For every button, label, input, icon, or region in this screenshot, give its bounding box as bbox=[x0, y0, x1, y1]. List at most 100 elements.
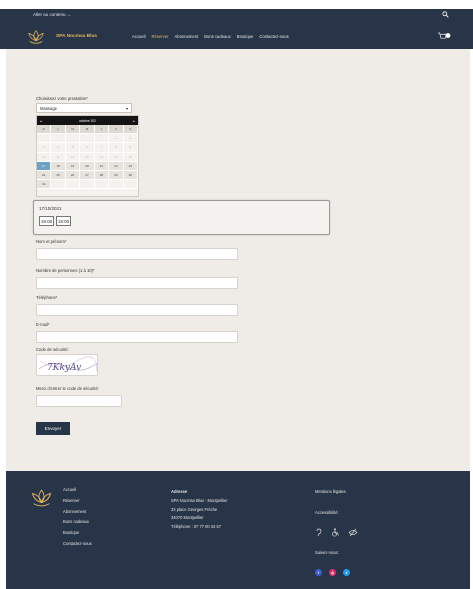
calendar-day: 4 bbox=[51, 143, 66, 153]
name-field[interactable] bbox=[36, 248, 238, 260]
nav-contact[interactable]: Contactez-nous bbox=[259, 34, 288, 39]
calendar-day bbox=[51, 180, 66, 190]
captcha-input[interactable] bbox=[36, 395, 122, 407]
captcha-label: Code de sécurité: bbox=[36, 347, 69, 352]
nav-bons-cadeaux[interactable]: Bons cadeaux bbox=[204, 34, 231, 39]
footer-link[interactable]: Réserver bbox=[63, 496, 92, 507]
cart-icon[interactable] bbox=[437, 31, 451, 41]
footer-link[interactable]: Boutique bbox=[63, 528, 92, 539]
calendar-day[interactable]: 18 bbox=[51, 161, 66, 171]
calendar-day[interactable]: 26 bbox=[65, 170, 81, 181]
nav-accueil[interactable]: Accueil bbox=[132, 34, 146, 39]
weekday: L bbox=[51, 125, 66, 135]
weekday: M bbox=[80, 125, 95, 135]
footer-link[interactable]: Contactez-nous bbox=[63, 539, 92, 550]
calendar-day: 16 bbox=[123, 152, 138, 162]
calendar-day: 6 bbox=[80, 143, 95, 153]
lotus-logo-icon bbox=[31, 489, 52, 507]
footer-link[interactable]: Accueil bbox=[63, 485, 92, 496]
email-label: E-mail* bbox=[36, 322, 50, 327]
calendar-day: 14 bbox=[94, 152, 110, 162]
twitter-icon[interactable]: t bbox=[343, 569, 350, 576]
calendar-day[interactable]: 29 bbox=[109, 170, 124, 181]
phone-field[interactable] bbox=[36, 304, 238, 316]
calendar-day: 2 bbox=[123, 134, 138, 144]
calendar-day[interactable]: 17 bbox=[37, 161, 52, 171]
accessibility-label: Accessibilité: bbox=[315, 510, 339, 515]
nav-reserver[interactable]: Réserver bbox=[152, 34, 169, 39]
eye-slash-icon[interactable] bbox=[348, 528, 358, 537]
calendar-month: octobre 202 bbox=[79, 118, 96, 123]
calendar-day: 5 bbox=[65, 143, 81, 153]
calendar-day: 13 bbox=[80, 152, 95, 162]
calendar-week: 31 bbox=[37, 180, 138, 190]
captcha-noise: 7KkyAv bbox=[38, 356, 98, 373]
persons-label: Nombre de personnes (1 à 10)* bbox=[36, 268, 95, 273]
email-field[interactable] bbox=[36, 331, 238, 343]
calendar-day: 15 bbox=[109, 152, 124, 162]
nav-abonnement[interactable]: Abonnement bbox=[175, 34, 199, 39]
calendar-day[interactable]: 28 bbox=[94, 170, 110, 181]
calendar-day[interactable]: 27 bbox=[80, 170, 95, 181]
calendar-grid: 1 2 3 4 5 6 7 8 9 10 11 12 13 14 15 16 17 18 19 20 21 22 23 24 2… bbox=[37, 134, 138, 190]
lotus-logo-icon[interactable] bbox=[25, 28, 47, 46]
time-slot-panel: 17/10/2021 19:00 19:00 bbox=[33, 200, 330, 235]
address-title: Adresse bbox=[171, 489, 188, 494]
ear-icon[interactable] bbox=[315, 528, 323, 537]
footer-link[interactable]: Abonnement bbox=[63, 507, 92, 518]
prev-month-icon[interactable]: ◂ bbox=[40, 119, 42, 123]
calendar-week: 10 11 12 13 14 15 16 bbox=[37, 152, 138, 162]
calendar-day[interactable]: 25 bbox=[51, 170, 66, 181]
phone-label: Téléphone* bbox=[36, 295, 58, 300]
calendar-day bbox=[94, 134, 110, 144]
search-icon[interactable] bbox=[442, 11, 449, 18]
calendar-header: ◂ octobre 202 ▸ bbox=[37, 116, 138, 125]
chevron-down-icon: ▾ bbox=[125, 106, 128, 111]
footer-link[interactable]: Bons cadeaux bbox=[63, 517, 92, 528]
weekday: J bbox=[94, 125, 110, 135]
weekday: V bbox=[109, 125, 124, 135]
calendar-day: 9 bbox=[123, 143, 138, 153]
service-select-value: Massage bbox=[40, 106, 57, 111]
wheelchair-icon[interactable] bbox=[331, 528, 340, 537]
calendar-day[interactable]: 21 bbox=[94, 161, 110, 171]
skip-bar: Aller au contenu → bbox=[0, 9, 473, 25]
calendar-day[interactable]: 31 bbox=[37, 180, 52, 190]
calendar-day: 8 bbox=[109, 143, 124, 153]
site-footer: Accueil Réserver Abonnement Bons cadeaux… bbox=[6, 471, 470, 589]
calendar-day[interactable]: 24 bbox=[37, 170, 52, 181]
time-slot-button[interactable]: 19:00 bbox=[56, 216, 71, 226]
legal-link[interactable]: Mentions légales bbox=[315, 489, 346, 494]
footer-links: Accueil Réserver Abonnement Bons cadeaux… bbox=[63, 485, 92, 550]
calendar-week: 3456789 bbox=[37, 143, 138, 153]
calendar-day bbox=[80, 180, 95, 190]
instagram-icon[interactable]: ◎ bbox=[329, 569, 336, 576]
skip-to-content-link[interactable]: Aller au contenu → bbox=[33, 12, 71, 17]
persons-field[interactable] bbox=[36, 277, 238, 289]
calendar-day[interactable]: 22 bbox=[109, 161, 124, 171]
nav-boutique[interactable]: Boutique bbox=[237, 34, 254, 39]
calendar-day: 1 bbox=[109, 134, 124, 144]
calendar-week: 12 bbox=[37, 134, 138, 144]
brand-name[interactable]: SPA Nocmsa Blus bbox=[56, 34, 97, 39]
date-picker: ◂ octobre 202 ▸ D L M M J V S 1234567891… bbox=[36, 115, 139, 197]
service-label: Choisissez votre prestation* bbox=[36, 96, 88, 101]
time-slot-button[interactable]: 19:00 bbox=[39, 216, 54, 226]
calendar-week: 24 25 26 27 28 29 30 bbox=[37, 170, 138, 181]
calendar-day: 10 bbox=[37, 152, 52, 162]
service-select[interactable]: Massage ▾ bbox=[36, 103, 132, 113]
submit-button[interactable]: Envoyer bbox=[36, 422, 70, 435]
facebook-icon[interactable]: f bbox=[315, 569, 322, 576]
calendar-day bbox=[80, 134, 95, 144]
address-line: SPA Nocmsa Blus - Montpellier bbox=[171, 497, 228, 503]
captcha-image: 7KkyAv bbox=[36, 354, 98, 376]
calendar-day[interactable]: 19 bbox=[65, 161, 81, 171]
calendar-day[interactable]: 30 bbox=[123, 170, 138, 181]
captcha-input-label: Merci d'entrer le code de sécurité: bbox=[36, 386, 99, 391]
calendar-day[interactable]: 20 bbox=[80, 161, 95, 171]
weekday: S bbox=[123, 125, 138, 135]
address-line: 34070 Montpellier bbox=[171, 515, 204, 521]
next-month-icon[interactable]: ▸ bbox=[133, 119, 135, 123]
address-phone[interactable]: Téléphone : 07 77 00 34 67 bbox=[171, 523, 228, 532]
calendar-day[interactable]: 23 bbox=[123, 161, 138, 171]
